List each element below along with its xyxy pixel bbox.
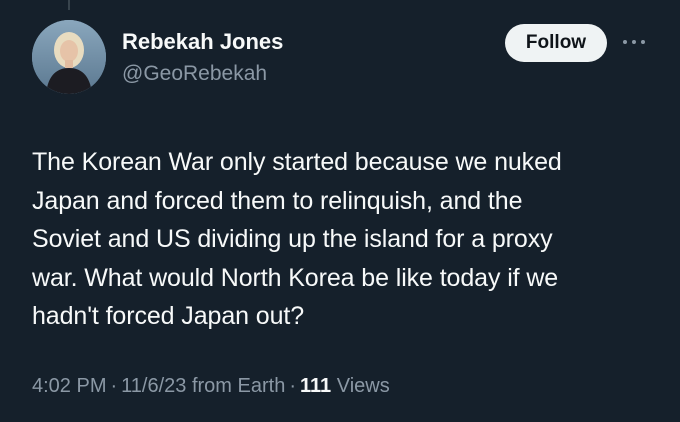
tweet-date[interactable]: 11/6/23 xyxy=(121,375,186,397)
more-dot xyxy=(632,40,636,44)
profile-photo-icon xyxy=(32,20,106,94)
avatar[interactable] xyxy=(32,20,106,94)
follow-button[interactable]: Follow xyxy=(505,24,607,62)
meta-separator: · xyxy=(289,375,296,397)
author-info: Rebekah Jones @GeoRebekah xyxy=(122,28,283,88)
tweet-text: The Korean War only started because we n… xyxy=(32,148,562,330)
more-dot xyxy=(641,40,645,44)
tweet-card: Rebekah Jones @GeoRebekah Follow The Kor… xyxy=(0,0,680,422)
thread-connector-line xyxy=(68,0,70,10)
author-handle[interactable]: @GeoRebekah xyxy=(122,60,283,88)
more-options-icon[interactable] xyxy=(620,30,648,54)
tweet-metadata: 4:02 PM · 11/6/23 from Earth · 111 Views xyxy=(32,372,390,400)
tweet-source: from Earth xyxy=(191,375,286,397)
more-dot xyxy=(623,40,627,44)
views-count: 111 xyxy=(300,375,332,397)
views-label: Views xyxy=(336,375,390,397)
tweet-time[interactable]: 4:02 PM xyxy=(32,375,106,397)
author-display-name[interactable]: Rebekah Jones xyxy=(122,28,283,56)
meta-separator: · xyxy=(110,375,118,397)
